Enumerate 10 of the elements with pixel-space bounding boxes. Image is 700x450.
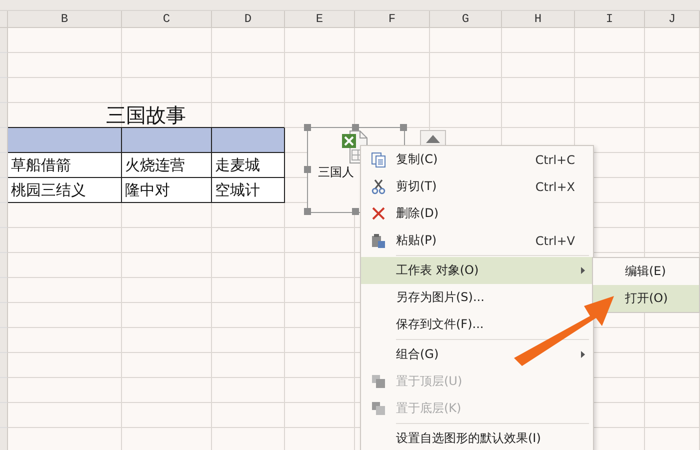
object-label: 三国人 bbox=[318, 164, 354, 181]
table-cell: 火烧连营 bbox=[122, 153, 212, 178]
table-cell: 桃园三结义 bbox=[8, 178, 122, 203]
shortcut-text: Ctrl+X bbox=[535, 180, 576, 194]
table-cell: 草船借箭 bbox=[8, 153, 122, 178]
table-cell: 空城计 bbox=[212, 178, 285, 203]
table-cell: 隆中对 bbox=[122, 178, 212, 203]
shortcut-text: Ctrl+C bbox=[535, 152, 576, 166]
table-cell: 走麦城 bbox=[212, 153, 285, 178]
shortcut-text: Ctrl+V bbox=[535, 234, 576, 248]
